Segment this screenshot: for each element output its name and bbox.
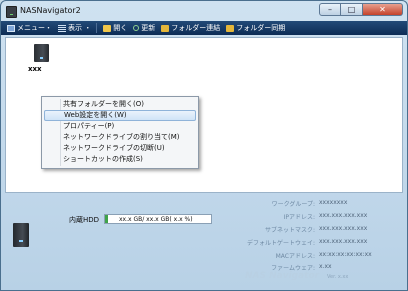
info-value: xx:xx:xx:xx:xx:xx — [319, 251, 372, 258]
info-value: xxx.xxx.xxx.xxx — [319, 238, 368, 245]
device-list-area[interactable]: xxx 共有フォルダーを開く(O) Web設定を開く(W) プロパティー(P) … — [5, 37, 403, 193]
info-label: ワークグループ: — [271, 201, 315, 208]
refresh-icon — [133, 25, 140, 31]
hdd-usage-bar: xx.x GB/ xx.x GB( x.x %) — [104, 214, 212, 224]
info-value: x.xx — [319, 263, 332, 270]
hdd-usage-text: xx.x GB/ xx.x GB( x.x %) — [119, 216, 193, 223]
refresh-label: 更新 — [141, 24, 156, 32]
folder-sync-button[interactable]: フォルダー同期 — [226, 23, 285, 33]
folder-sync-label: フォルダー同期 — [236, 24, 286, 32]
open-button[interactable]: 開く — [103, 23, 127, 33]
nas-device-icon — [13, 223, 29, 247]
info-row-mac-address: MACアドレス: xx:xx:xx:xx:xx:xx — [223, 251, 403, 261]
title-bar[interactable]: NASNavigator2 – □ ✕ — [1, 1, 407, 21]
info-label: デフォルトゲートウェイ: — [246, 240, 315, 247]
info-value: xxx.xxx.xxx.xxx — [319, 212, 368, 219]
hdd-label: 内蔵HDD — [69, 216, 100, 224]
folder-link-label: フォルダー連結 — [171, 24, 221, 32]
device-name: xxx — [28, 65, 42, 73]
open-label: 開く — [113, 24, 128, 32]
menu-item-create-shortcut[interactable]: ショートカットの作成(S) — [44, 154, 196, 165]
app-window: NASNavigator2 – □ ✕ メニュー・ 表示 ・ 開く 更新 フォル… — [0, 0, 408, 291]
info-value: xxx.xxx.xxx.xxx — [319, 225, 368, 232]
maximize-button[interactable]: □ — [341, 3, 363, 16]
context-menu: 共有フォルダーを開く(O) Web設定を開く(W) プロパティー(P) ネットワ… — [41, 96, 199, 169]
view-label: 表示 ・ — [68, 24, 92, 32]
folder-link-icon — [161, 24, 170, 32]
view-button[interactable]: 表示 ・ — [58, 23, 91, 33]
version-label: Ver. x.xx — [327, 274, 349, 280]
nas-device-icon — [6, 6, 17, 18]
info-label: IPアドレス: — [283, 214, 315, 221]
info-row-subnet-mask: サブネットマスク: xxx.xxx.xxx.xxx — [223, 225, 403, 235]
menu-icon — [7, 24, 15, 32]
open-folder-icon — [103, 24, 112, 32]
menu-item-open-web-settings[interactable]: Web設定を開く(W) — [44, 110, 196, 121]
details-panel: 内蔵HDD xx.x GB/ xx.x GB( x.x %) ワークグループ: … — [5, 197, 403, 287]
menu-label: メニュー・ — [17, 24, 52, 32]
view-icon — [58, 24, 66, 32]
info-label: MACアドレス: — [275, 253, 315, 260]
minimize-button[interactable]: – — [319, 3, 341, 16]
nas-device-icon — [34, 44, 49, 62]
window-title: NASNavigator2 — [20, 6, 81, 15]
menu-item-map-network-drive[interactable]: ネットワークドライブの割り当て(M) — [44, 132, 196, 143]
info-row-ip-address: IPアドレス: xxx.xxx.xxx.xxx — [223, 212, 403, 222]
info-row-default-gateway: デフォルトゲートウェイ: xxx.xxx.xxx.xxx — [223, 238, 403, 248]
folder-link-button[interactable]: フォルダー連結 — [161, 23, 220, 33]
refresh-button[interactable]: 更新 — [133, 23, 155, 33]
info-row-workgroup: ワークグループ: xxxxxxxx — [223, 199, 403, 209]
hdd-usage-fill — [105, 215, 108, 223]
toolbar: メニュー・ 表示 ・ 開く 更新 フォルダー連結 フォルダー同期 — [1, 21, 407, 35]
menu-item-disconnect-network-drive[interactable]: ネットワークドライブの切断(U) — [44, 143, 196, 154]
close-button[interactable]: ✕ — [363, 3, 403, 16]
toolbar-divider — [96, 23, 98, 33]
brand-watermark: NAS Navigator — [245, 271, 320, 281]
folder-sync-icon — [226, 24, 235, 32]
info-label: サブネットマスク: — [264, 227, 315, 234]
menu-item-properties[interactable]: プロパティー(P) — [44, 121, 196, 132]
menu-button[interactable]: メニュー・ — [7, 23, 52, 33]
menu-item-open-shared-folder[interactable]: 共有フォルダーを開く(O) — [44, 99, 196, 110]
info-value: xxxxxxxx — [319, 199, 348, 206]
window-controls: – □ ✕ — [319, 3, 403, 17]
